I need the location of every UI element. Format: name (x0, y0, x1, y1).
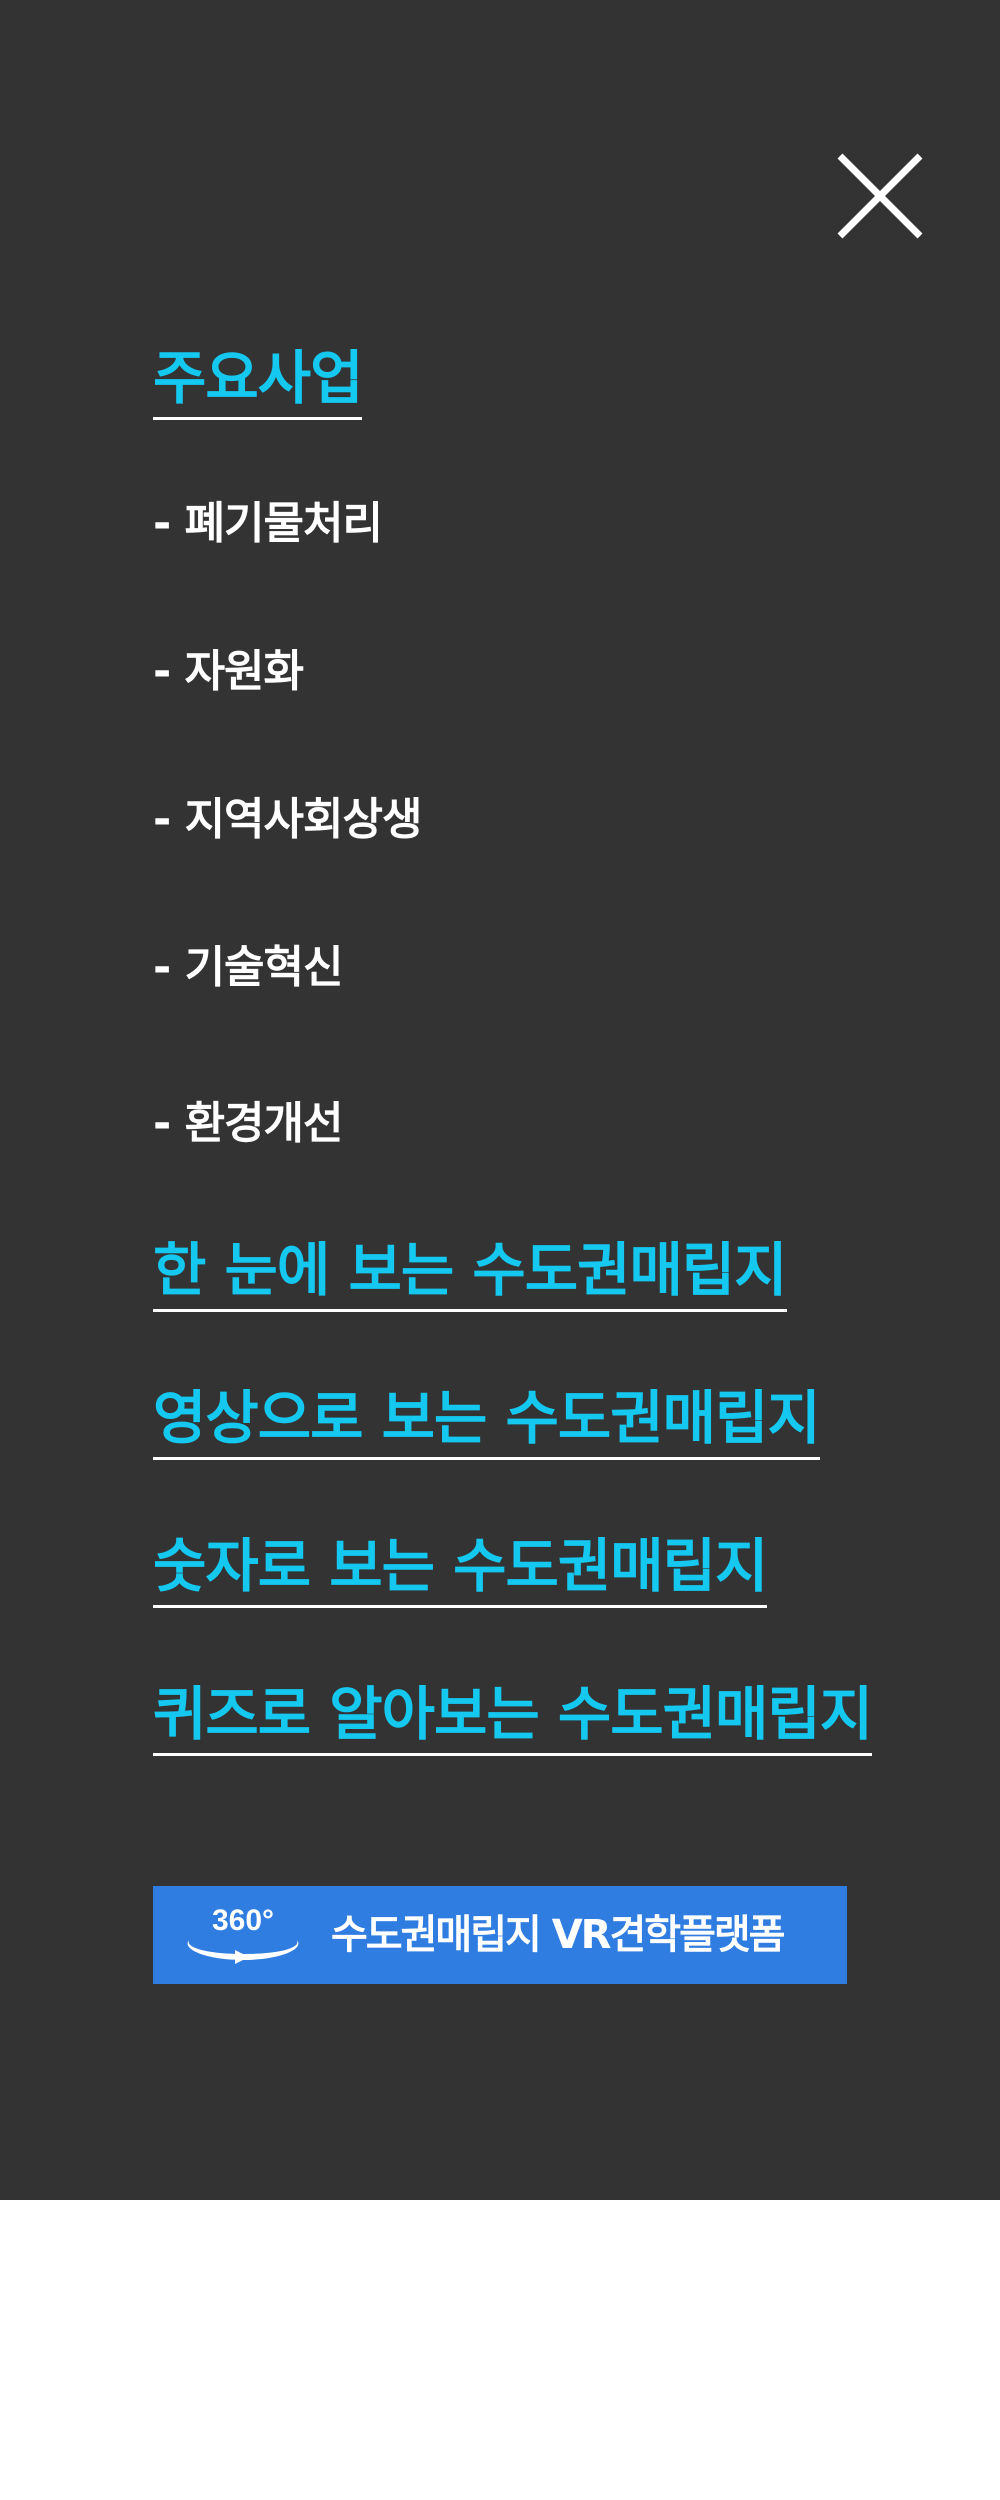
menu-link-video[interactable]: 영상으로 보는 수도권매립지 (153, 1383, 821, 1460)
menu-link-at-a-glance[interactable]: 한 눈에 보는 수도권매립지 (153, 1235, 788, 1312)
menu-subitem-recycling[interactable]: - 자원화 (153, 644, 304, 700)
menu-subitem-tech-innovation[interactable]: - 기술혁신 (153, 940, 343, 996)
vr-badge-text: 360° (212, 1904, 274, 1937)
menu-subitem-environment[interactable]: - 환경개선 (153, 1096, 343, 1152)
menu-link-quiz[interactable]: 퀴즈로 알아보는 수도권매립지 (153, 1679, 873, 1756)
close-icon (837, 153, 923, 239)
menu-subitem-community[interactable]: - 지역사회상생 (153, 792, 422, 848)
menu-link-numbers[interactable]: 숫자로 보는 수도권매립지 (153, 1531, 768, 1608)
menu-link-main-business[interactable]: 주요사업 (153, 343, 363, 420)
side-menu-panel: 주요사업 - 폐기물처리 - 자원화 - 지역사회상생 - 기술혁신 - 환경개… (0, 0, 1000, 2200)
vr-banner-label: 수도권매립지 VR견학플랫폼 (331, 1912, 785, 1958)
360-rotate-icon: 360° (187, 1904, 299, 1964)
close-button[interactable] (836, 152, 924, 240)
menu-subitem-waste-treatment[interactable]: - 폐기물처리 (153, 496, 383, 552)
vr-tour-banner[interactable]: 360° 수도권매립지 VR견학플랫폼 (153, 1886, 847, 1984)
